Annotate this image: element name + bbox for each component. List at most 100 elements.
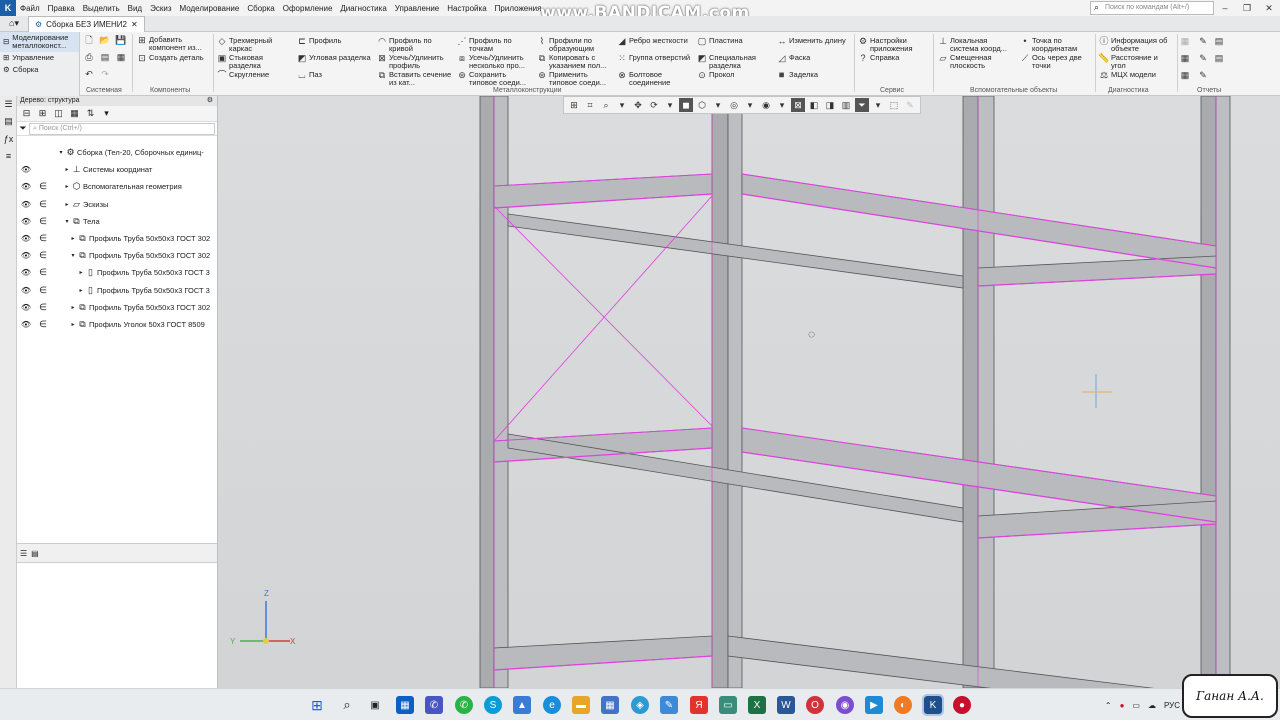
include-icon[interactable]: ∈ xyxy=(38,233,48,244)
tree-row[interactable]: 👁 ∈ ▸ ▱ Эскизы xyxy=(17,196,217,213)
create-part-button[interactable]: ⊡ Создать деталь xyxy=(137,54,203,63)
visibility-eye-icon[interactable]: 👁 xyxy=(20,217,32,226)
opera-icon[interactable]: O xyxy=(806,696,824,714)
frame-member[interactable] xyxy=(493,96,509,688)
function-icon[interactable]: ƒx xyxy=(0,130,17,147)
include-icon[interactable]: ∈ xyxy=(38,250,48,261)
network-icon[interactable]: ☁ xyxy=(1148,701,1156,710)
axis-two-points-button[interactable]: ⟋ Ось через две точки xyxy=(1020,54,1096,70)
whatsapp-icon[interactable]: ✆ xyxy=(455,696,473,714)
chevron-down-icon[interactable]: ▾ xyxy=(711,98,725,112)
tree-row[interactable]: 👁 ∈ ▸ ⬡ Вспомогательная геометрия xyxy=(17,178,217,195)
tree-list-icon[interactable]: ⊞ xyxy=(36,108,49,120)
include-icon[interactable]: ∈ xyxy=(38,199,48,210)
report-button-1[interactable]: ▦ xyxy=(1180,37,1190,46)
home-icon[interactable]: ⌂▾ xyxy=(0,16,28,32)
visibility-eye-icon[interactable]: 👁 xyxy=(20,268,32,277)
metal-tool-button[interactable]: ⊛ Применить типовое соеди... xyxy=(537,71,615,87)
metal-tool-button[interactable]: ◇ Трехмерный каркас xyxy=(217,37,295,53)
tree-structure-icon[interactable]: ⊟ xyxy=(20,108,33,120)
frame-member[interactable] xyxy=(493,635,713,671)
display-icon[interactable]: ◨ xyxy=(823,98,837,112)
report-button-8[interactable]: ✎ xyxy=(1198,71,1208,80)
monitor-icon[interactable]: ▭ xyxy=(1132,701,1140,710)
tree-tab-icon[interactable]: ☰ xyxy=(20,549,27,558)
mass-props-button[interactable]: ⚖ МЦХ модели xyxy=(1099,71,1156,80)
expand-toggle-icon[interactable]: ▾ xyxy=(57,149,65,156)
metal-tool-button[interactable]: ⊗ Болтовое соединение xyxy=(617,71,695,87)
metal-tool-button[interactable]: ↔ Изменить длину xyxy=(777,37,855,46)
3d-viewport[interactable]: ◌ Z X Y ⊞ ⌗ ⌕ ▾ ✥ ⟳ ▾ ◼ ⬡ ▾ ◎ ▾ ◉ ▾ ⊠ ◧ ◨ ▥… xyxy=(218,96,1280,688)
metal-tool-button[interactable]: ⌴ Паз xyxy=(297,71,375,80)
report-button-2[interactable]: ✎ xyxy=(1198,37,1208,46)
menu-item-drafting[interactable]: Оформление xyxy=(279,4,337,13)
pan-icon[interactable]: ✥ xyxy=(631,98,645,112)
firefox-icon[interactable]: ◐ xyxy=(894,696,912,714)
video-icon[interactable]: ▶ xyxy=(865,696,883,714)
expand-toggle-icon[interactable]: ▾ xyxy=(69,252,77,259)
chat-icon[interactable]: ✆ xyxy=(425,696,443,714)
frame-member[interactable] xyxy=(479,96,495,688)
frame-member[interactable] xyxy=(977,500,1217,539)
open-button[interactable]: 📂 xyxy=(99,36,110,45)
tree-row[interactable]: 👁 ∈ ▸ ▯ Профиль Труба 50x50x3 ГОСТ 3 xyxy=(17,264,217,281)
chevron-down-icon[interactable]: ▾ xyxy=(100,108,113,120)
visibility-icon[interactable]: ◎ xyxy=(727,98,741,112)
frame-member[interactable] xyxy=(1200,96,1217,688)
yandex-icon[interactable]: Я xyxy=(690,696,708,714)
excel-icon[interactable]: X xyxy=(748,696,766,714)
camera-icon[interactable]: ◉ xyxy=(759,98,773,112)
menu-item-manage[interactable]: Управление xyxy=(391,4,443,13)
help-button[interactable]: ? Справка xyxy=(858,54,899,63)
report-button-4[interactable]: ▦ xyxy=(1180,54,1190,63)
minimize-icon[interactable]: – xyxy=(1214,0,1236,16)
notes-icon[interactable]: ✎ xyxy=(660,696,678,714)
filter-icon[interactable]: ⏷ xyxy=(17,123,29,134)
close-icon[interactable]: ✕ xyxy=(1258,0,1280,16)
select-icon[interactable]: ⬚ xyxy=(887,98,901,112)
expand-toggle-icon[interactable]: ▾ xyxy=(63,218,71,225)
chevron-down-icon[interactable]: ▾ xyxy=(871,98,885,112)
mode-assembly[interactable]: ⚙ Сборка xyxy=(0,64,79,76)
visibility-eye-icon[interactable]: 👁 xyxy=(20,303,32,312)
expand-toggle-icon[interactable]: ▸ xyxy=(69,321,77,328)
menu-item-assembly[interactable]: Сборка xyxy=(243,4,278,13)
frame-member[interactable] xyxy=(962,96,979,688)
metal-tool-button[interactable]: ▢ Пластина xyxy=(697,37,775,46)
local-cs-button[interactable]: ⊥ Локальная система коорд... xyxy=(938,37,1016,53)
report-button-6[interactable]: ▤ xyxy=(1214,54,1224,63)
frame-member[interactable] xyxy=(711,96,729,688)
frame-member[interactable] xyxy=(977,96,995,688)
visibility-eye-icon[interactable]: 👁 xyxy=(20,251,32,260)
metal-tool-button[interactable]: ⁙ Группа отверстий xyxy=(617,54,695,63)
bandicam-icon[interactable]: ● xyxy=(953,696,971,714)
frame-member[interactable] xyxy=(977,255,1217,287)
app-settings-button[interactable]: ⚙ Настройки приложения xyxy=(858,37,932,53)
tree-row[interactable]: 👁 ∈ ▾ ⧉ Тела xyxy=(17,213,217,230)
visibility-eye-icon[interactable]: 👁 xyxy=(20,200,32,209)
start-icon[interactable]: ⊞ xyxy=(308,696,326,714)
expand-toggle-icon[interactable]: ▸ xyxy=(69,304,77,311)
edge-icon[interactable]: e xyxy=(543,696,561,714)
calculator-icon[interactable]: ▦ xyxy=(601,696,619,714)
tab-close-icon[interactable]: ✕ xyxy=(131,20,138,29)
metal-tool-button[interactable]: ⧉ Копировать с указанием пол... xyxy=(537,54,615,70)
report-button-5[interactable]: ✎ xyxy=(1198,54,1208,63)
kompas-icon[interactable]: K xyxy=(922,694,944,716)
redo-button[interactable]: ↷ xyxy=(100,70,110,79)
tree-row[interactable]: 👁 ∈ ▸ ⧉ Профиль Труба 50x50x3 ГОСТ 302 xyxy=(17,299,217,316)
frame-member[interactable] xyxy=(493,173,713,209)
record-icon[interactable]: ● xyxy=(1120,701,1125,710)
edges-icon[interactable]: ⊠ xyxy=(791,98,805,112)
settings-icon[interactable]: ⚙ xyxy=(207,96,213,106)
tree-row[interactable]: 👁 ∈ ▾ ⧉ Профиль Труба 50x50x3 ГОСТ 302 xyxy=(17,247,217,264)
tree-row[interactable]: 👁 ∈ ▸ ⧉ Профиль Уголок 50x3 ГОСТ 8509 xyxy=(17,316,217,333)
tab-document[interactable]: ⚙ Сборка БЕЗ ИМЕНИ2 ✕ xyxy=(28,15,145,32)
pencil-icon[interactable]: ✎ xyxy=(903,98,917,112)
visibility-eye-icon[interactable]: 👁 xyxy=(20,182,32,191)
expand-toggle-icon[interactable]: ▸ xyxy=(63,166,71,173)
3d-model-scene[interactable]: ◌ Z X Y xyxy=(218,96,1280,688)
visibility-eye-icon[interactable]: 👁 xyxy=(20,320,32,329)
object-info-button[interactable]: ⓘ Информация об объекте xyxy=(1099,37,1173,53)
distance-angle-button[interactable]: 📏 Расстояние и угол xyxy=(1098,54,1173,70)
